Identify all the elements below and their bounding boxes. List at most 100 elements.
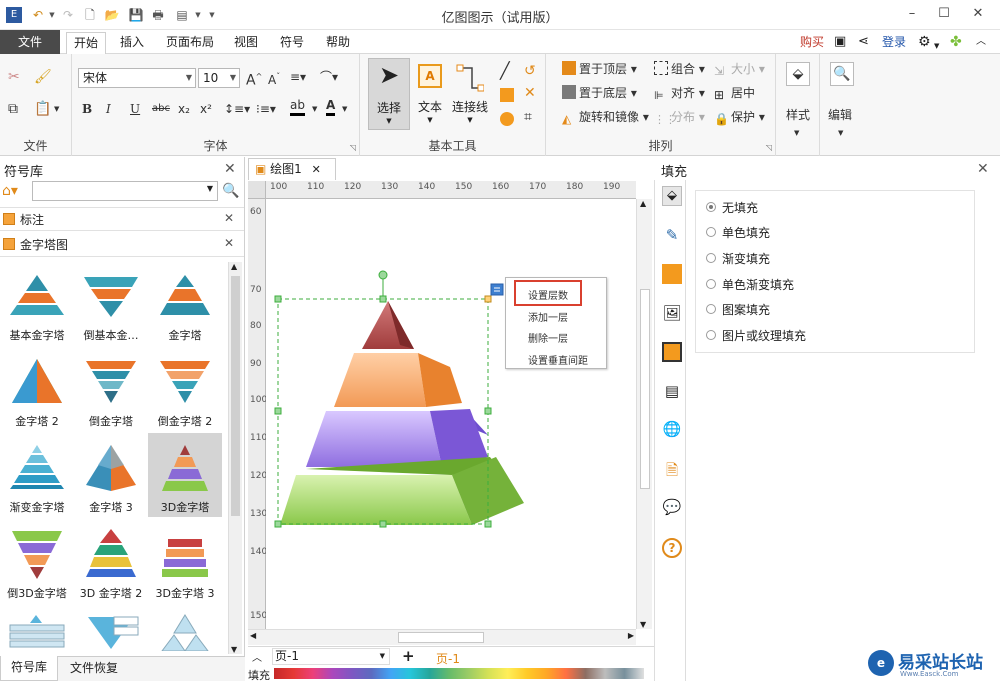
scroll-up-icon[interactable]: ▲ xyxy=(231,262,237,271)
resize-handle[interactable] xyxy=(379,520,387,528)
account-icon[interactable]: ▣ xyxy=(834,34,846,50)
scroll-up-icon[interactable]: ▲ xyxy=(640,199,646,208)
category-pyramid[interactable]: 金字塔图 ✕ xyxy=(0,233,244,257)
text-direction-icon[interactable]: ⌒▾ xyxy=(320,68,338,86)
size-button[interactable]: ⇲ 大小 ▾ xyxy=(714,60,765,78)
tab-home[interactable]: 开始 xyxy=(66,32,106,54)
collapse-ribbon-icon[interactable]: ︿ xyxy=(976,34,986,50)
dialog-launcher-icon[interactable]: ◹ xyxy=(766,143,772,152)
shrink-font-button[interactable]: Aˇ xyxy=(268,68,280,89)
highlight-color-icon[interactable]: ab xyxy=(290,98,305,116)
drawing-page[interactable] xyxy=(266,199,636,629)
line-icon[interactable]: ╱ xyxy=(500,62,510,80)
underline-button[interactable]: U xyxy=(130,100,140,118)
resize-handle[interactable] xyxy=(274,295,282,303)
tab-symbol[interactable]: 符号 xyxy=(272,32,312,54)
resize-handle[interactable] xyxy=(484,295,492,303)
scroll-down-icon[interactable]: ▼ xyxy=(640,620,646,629)
superscript-button[interactable]: x² xyxy=(200,100,212,118)
shape-gradient-pyramid[interactable]: 渐变金字塔 xyxy=(0,433,74,517)
layers-icon[interactable] xyxy=(662,342,682,362)
radio-no-fill[interactable] xyxy=(706,202,716,212)
cross-icon[interactable]: ✕ xyxy=(524,84,536,102)
search-icon[interactable]: 🔍 xyxy=(222,183,239,199)
text-tool-button[interactable]: A 文本 ▼ xyxy=(412,58,448,130)
menu-item-set-layers[interactable]: 设置层数 xyxy=(528,287,568,302)
ellipse-icon[interactable] xyxy=(500,112,514,126)
hyperlink-globe-icon[interactable]: 🌐 xyxy=(662,420,682,440)
scroll-thumb[interactable] xyxy=(398,632,484,643)
shape-pyramid[interactable]: 金字塔 xyxy=(148,261,222,345)
font-size-select[interactable]: 10 ▼ xyxy=(198,68,240,88)
rotation-handle[interactable] xyxy=(378,270,388,280)
italic-button[interactable]: I xyxy=(106,100,111,118)
add-page-icon[interactable]: + xyxy=(402,647,415,665)
close-icon[interactable]: ✕ xyxy=(224,161,236,177)
bullet-list-icon[interactable]: ⁝≡▾ xyxy=(256,100,276,118)
menu-item-vertical-spacing[interactable]: 设置垂直间距 xyxy=(528,352,588,367)
bring-to-front-button[interactable]: 置于顶层 ▾ xyxy=(562,60,637,78)
select-tool-button[interactable]: ➤ 选择 ▼ xyxy=(368,58,410,130)
shape-inverted-3d-pyramid[interactable]: 倒3D金字塔 xyxy=(0,519,74,603)
highlight-dropdown-icon[interactable]: ▼ xyxy=(312,100,317,118)
library-search-input[interactable]: ▼ xyxy=(32,181,218,201)
grow-font-button[interactable]: A^ xyxy=(246,68,262,90)
buy-link[interactable]: 购买 xyxy=(800,34,824,50)
crop-icon[interactable]: ⌗ xyxy=(524,108,532,126)
shape-segmented-pyramid[interactable] xyxy=(148,605,222,653)
home-icon[interactable]: ⌂▾ xyxy=(2,181,32,201)
menu-item-add-layer[interactable]: 添加一层 xyxy=(528,309,568,324)
line-spacing-icon[interactable]: ↕≡▾ xyxy=(224,100,250,118)
tab-file-recovery[interactable]: 文件恢复 xyxy=(62,657,126,681)
rectangle-icon[interactable] xyxy=(500,88,514,102)
close-icon[interactable]: ✕ xyxy=(224,211,234,225)
scroll-right-icon[interactable]: ▶ xyxy=(628,631,634,640)
resize-handle[interactable] xyxy=(484,407,492,415)
strikethrough-button[interactable]: abc xyxy=(152,100,170,118)
shape-list-pyramid[interactable] xyxy=(0,605,74,653)
share-icon[interactable]: ⋖ xyxy=(858,34,869,50)
login-link[interactable]: 登录 xyxy=(882,34,906,50)
align-button[interactable]: ⊫ 对齐 ▾ xyxy=(654,84,705,102)
pyramid-layer-4[interactable] xyxy=(280,475,472,525)
tab-file[interactable]: 文件 xyxy=(0,30,60,54)
shape-3d-pyramid-3[interactable]: 3D金字塔 3 xyxy=(148,519,222,603)
connector-tool-button[interactable]: 连接线 ▼ xyxy=(448,58,492,130)
send-to-back-button[interactable]: 置于底层 ▾ xyxy=(562,84,637,102)
radio-picture-fill[interactable] xyxy=(706,330,716,340)
close-icon[interactable]: ✕ xyxy=(977,161,989,177)
shape-3d-pyramid-2[interactable]: 3D 金字塔 2 xyxy=(74,519,148,603)
shape-action-button[interactable] xyxy=(490,283,504,296)
shadow-icon[interactable] xyxy=(662,264,682,284)
canvas-vertical-scrollbar[interactable]: ▲ ▼ xyxy=(636,199,652,629)
style-group[interactable]: ⬙ 样式 ▼ xyxy=(776,54,820,156)
tab-view[interactable]: 视图 xyxy=(226,32,266,54)
text-align-icon[interactable]: ≡▾ xyxy=(290,68,306,86)
canvas-horizontal-scrollbar[interactable]: ◀ ▶ xyxy=(248,629,636,645)
document-tab[interactable]: ▣ 绘图1 ✕ xyxy=(248,158,336,180)
copy-icon[interactable]: ⧉ xyxy=(8,100,18,118)
group-button[interactable]: 组合 ▾ xyxy=(654,60,705,78)
shape-inverted-basic-pyramid[interactable]: 倒基本金… xyxy=(74,261,148,345)
font-color-button[interactable]: A xyxy=(326,98,336,116)
settings-gear-icon[interactable]: ⚙ xyxy=(918,34,931,50)
shape-3d-pyramid[interactable]: 3D金字塔 xyxy=(148,433,222,517)
shape-basic-pyramid[interactable]: 基本金字塔 xyxy=(0,261,74,345)
3d-pyramid-diagram[interactable] xyxy=(266,199,636,629)
format-painter-icon[interactable]: 🖌 xyxy=(34,68,52,86)
page-tab[interactable]: 页-1 xyxy=(436,650,460,667)
radio-pattern-fill[interactable] xyxy=(706,304,716,314)
radio-gradient-fill[interactable] xyxy=(706,253,716,263)
note-icon[interactable]: 🗎 xyxy=(662,460,682,480)
resize-handle[interactable] xyxy=(484,520,492,528)
scroll-thumb[interactable] xyxy=(640,289,650,489)
fill-bucket-icon[interactable]: ⬙ xyxy=(662,186,682,206)
scroll-left-icon[interactable]: ◀ xyxy=(250,631,256,640)
shape-pyramid-3[interactable]: 金字塔 3 xyxy=(74,433,148,517)
skin-icon[interactable]: ✤ xyxy=(950,34,962,50)
resize-handle[interactable] xyxy=(274,520,282,528)
bold-button[interactable]: B xyxy=(82,100,92,118)
tab-insert[interactable]: 插入 xyxy=(112,32,152,54)
subscript-button[interactable]: x₂ xyxy=(178,100,190,118)
shape-pyramid-2[interactable]: 金字塔 2 xyxy=(0,347,74,431)
